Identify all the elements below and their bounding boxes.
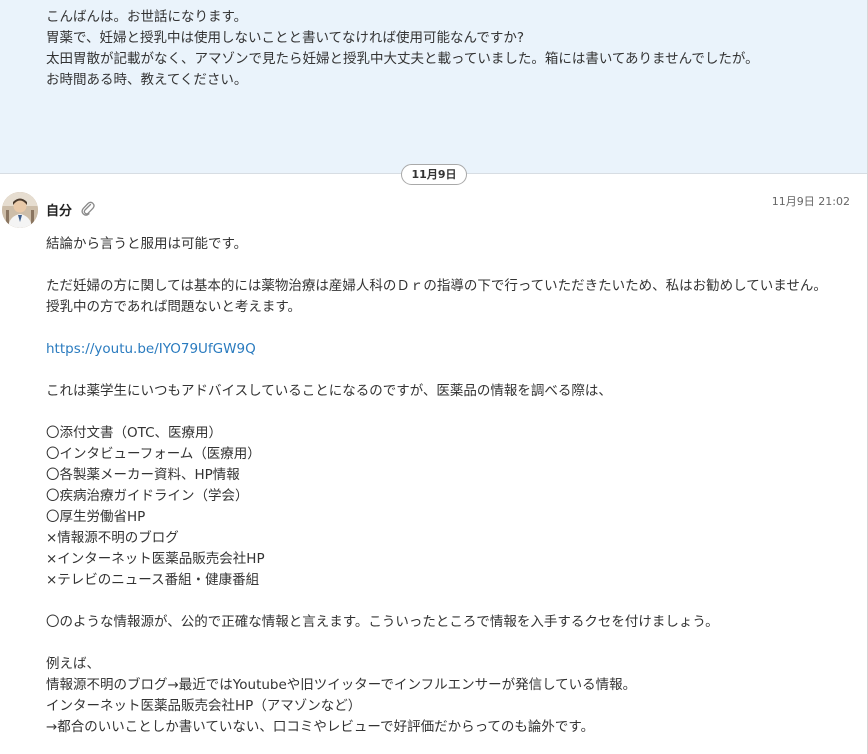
message-line: 例えば、 [46, 656, 100, 672]
avatar[interactable] [2, 192, 38, 228]
list-item: 〇添付文書（OTC、医療用） [46, 425, 223, 441]
message-line: 情報源不明のブログ→最近ではYoutubeや旧ツイッターでインフルエンサーが発信… [46, 677, 637, 693]
message-line: 〇のような情報源が、公的で正確な情報と言えます。こういったところで情報を入手する… [46, 614, 719, 630]
list-item: 〇厚生労働省HP [46, 509, 146, 525]
message-body: 結論から言うと服用は可能です。 ただ妊婦の方に関しては基本的には薬物治療は産婦人… [46, 234, 852, 738]
message: 自分 11月9日 21:02 結論から言うと服用は可能です。 ただ妊婦の方に関し… [0, 185, 867, 754]
list-item: 〇インタビューフォーム（医療用） [46, 446, 261, 462]
paperclip-icon[interactable] [80, 200, 96, 218]
message-line: 結論から言うと服用は可能です。 [46, 236, 248, 252]
list-item: ×テレビのニュース番組・健康番組 [46, 572, 260, 588]
message-line [46, 255, 852, 276]
previous-message-body: こんばんは。お世話になります。 胃薬で、妊婦と授乳中は使用しないことと書いてなけ… [46, 7, 759, 91]
message-line: インターネット医薬品販売会社HP（アマゾンなど） [46, 698, 362, 714]
message-line [46, 318, 852, 339]
message-line: 授乳中の方であれば問題ないと考えます。 [46, 299, 302, 315]
message-timestamp: 11月9日 21:02 [771, 195, 850, 208]
previous-message-line: こんばんは。お世話になります。 [46, 9, 248, 25]
message-line [46, 402, 852, 423]
list-item: 〇疾病治療ガイドライン（学会） [46, 488, 249, 504]
list-item: ×インターネット医薬品販売会社HP [46, 551, 265, 567]
previous-message: こんばんは。お世話になります。 胃薬で、妊婦と授乳中は使用しないことと書いてなけ… [0, 0, 867, 174]
message-line: これは薬学生にいつもアドバイスしていることになるのですが、医薬品の情報を調べる際… [46, 383, 612, 399]
list-item: ×情報源不明のブログ [46, 530, 179, 546]
youtube-link[interactable]: https://youtu.be/IYO79UfGW9Q [46, 341, 256, 357]
date-pill[interactable]: 11月9日 [400, 163, 468, 185]
message-line: ただ妊婦の方に関しては基本的には薬物治療は産婦人科のＤｒの指導の下で行っていただ… [46, 278, 827, 294]
message-line: →都合のいいことしか書いていない、口コミやレビューで好評価だからってのも論外です… [46, 719, 595, 735]
sender-name: 自分 [46, 204, 73, 219]
message-line [46, 591, 852, 612]
message-line [46, 360, 852, 381]
previous-message-line: 太田胃散が記載がなく、アマゾンで見たら妊婦と授乳中大丈夫と載っていました。箱には… [46, 51, 759, 67]
previous-message-line: 胃薬で、妊婦と授乳中は使用しないことと書いてなければ使用可能なんですか? [46, 30, 525, 46]
list-item: 〇各製薬メーカー資料、HP情報 [46, 467, 240, 483]
chat-viewport[interactable]: こんばんは。お世話になります。 胃薬で、妊婦と授乳中は使用しないことと書いてなけ… [0, 0, 868, 754]
date-separator: 11月9日 [0, 163, 867, 185]
message-line [46, 633, 852, 654]
previous-message-line: お時間ある時、教えてください。 [46, 72, 248, 88]
user-avatar-icon [2, 192, 38, 228]
